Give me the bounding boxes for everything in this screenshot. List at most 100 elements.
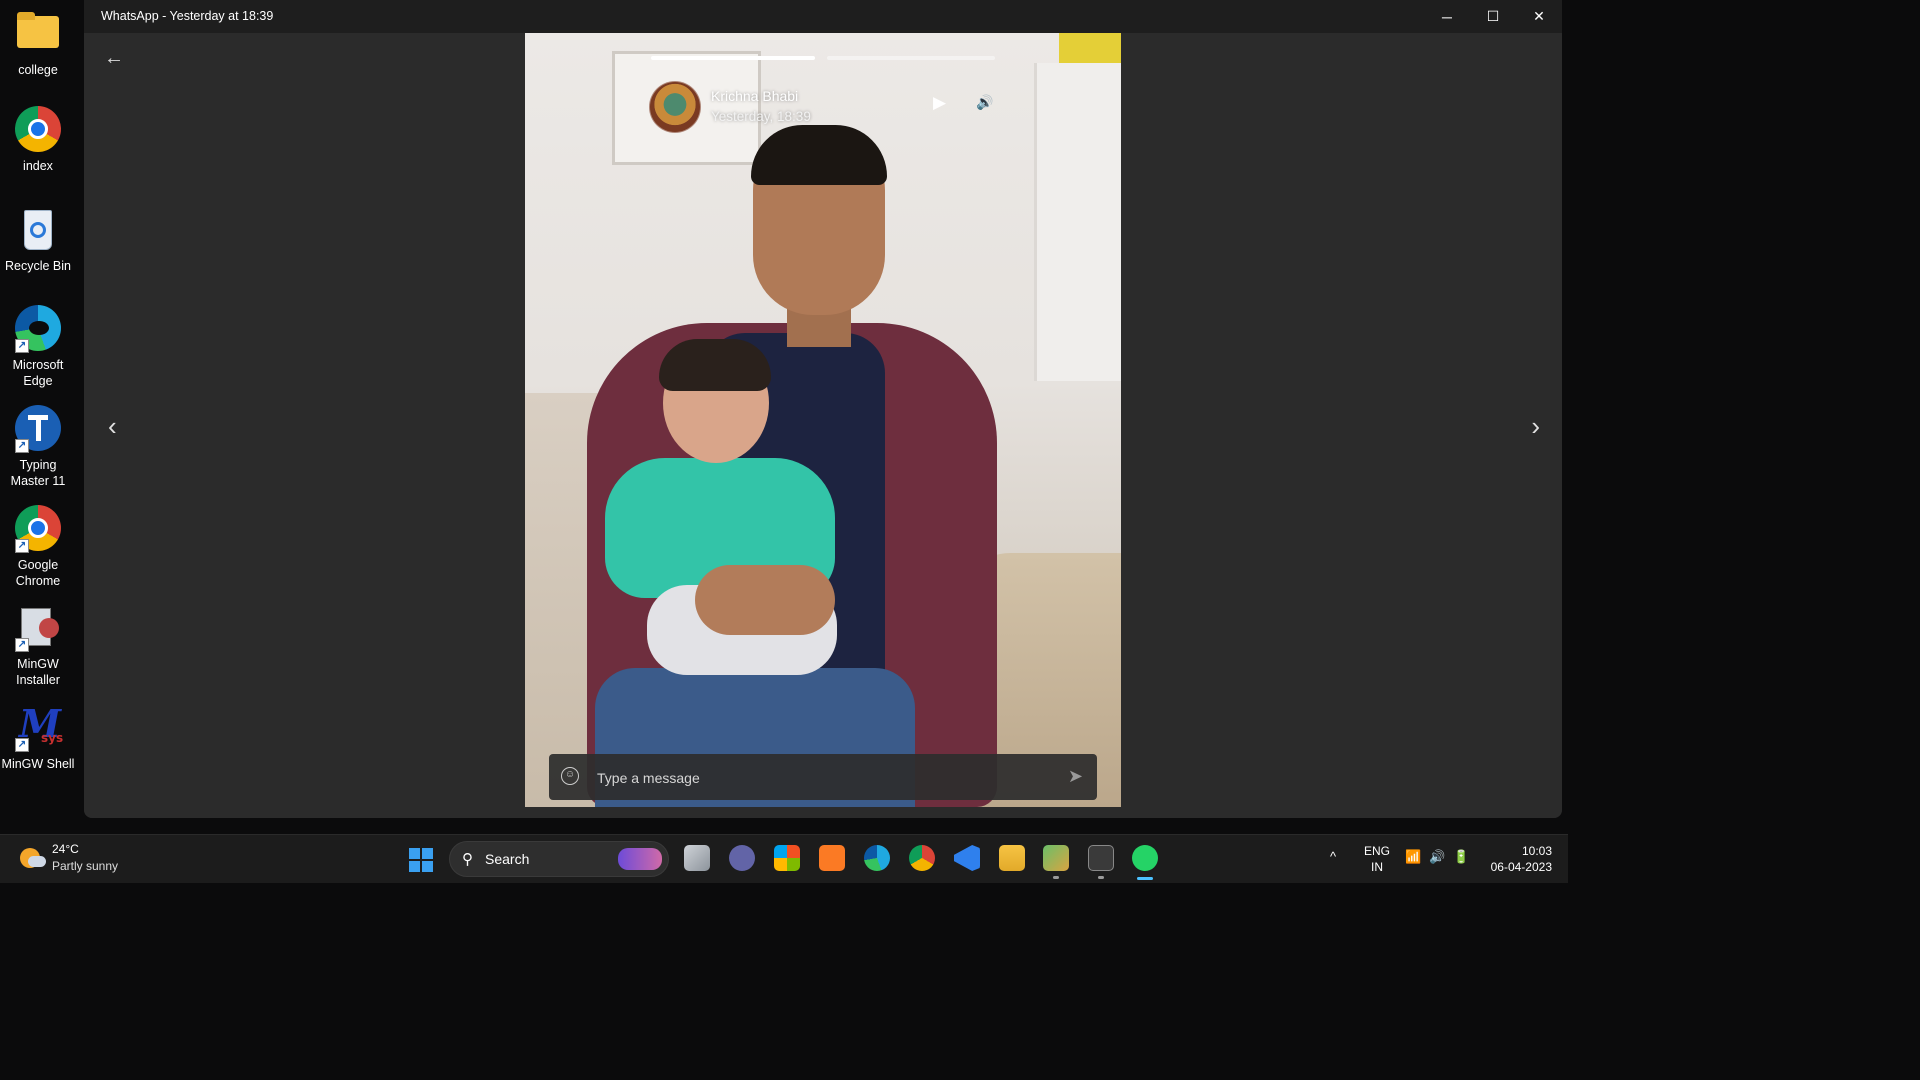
desktop-icon-label: college bbox=[18, 63, 58, 77]
whatsapp-icon[interactable] bbox=[1132, 845, 1158, 871]
edge-icon[interactable] bbox=[864, 845, 890, 871]
send-button[interactable]: ➤ bbox=[1068, 766, 1083, 787]
reply-input[interactable] bbox=[595, 762, 1039, 794]
chrome-icon[interactable] bbox=[909, 845, 935, 871]
whatsapp-window: WhatsApp - Yesterday at 18:39 ─ ☐ ✕ ← ‹ … bbox=[84, 0, 1562, 818]
weather-cloud-icon bbox=[28, 856, 46, 867]
previous-status-button[interactable]: ‹ bbox=[108, 411, 117, 442]
chrome-icon: ↗ bbox=[15, 505, 61, 553]
emoji-icon: ☺ bbox=[564, 769, 576, 780]
maximize-button[interactable]: ☐ bbox=[1470, 0, 1516, 33]
status-photo[interactable]: Krichna Bhabi Yesterday, 18:39 ▶ 🔊 ☺ ➤ bbox=[525, 33, 1121, 807]
play-button[interactable]: ▶ bbox=[933, 93, 946, 113]
xampp-icon[interactable] bbox=[819, 845, 845, 871]
taskbar: 24°C Partly sunny ⚲ Search ^ ENG IN 📶 🔊 🔋 … bbox=[0, 834, 1568, 883]
mute-button[interactable]: 🔊 bbox=[976, 94, 993, 111]
recycle-bin-icon bbox=[15, 206, 61, 252]
emoji-button[interactable]: ☺ bbox=[561, 767, 579, 785]
desktop-icon-mingw-installer[interactable]: ↗ MinGW Installer bbox=[0, 604, 76, 688]
desktop-icon-label: MinGW Shell bbox=[1, 757, 75, 771]
close-icon: ✕ bbox=[1533, 8, 1545, 24]
search-highlight-icon bbox=[618, 848, 662, 870]
system-tray[interactable]: 📶 🔊 🔋 bbox=[1405, 849, 1478, 865]
desktop-icon-typing-master[interactable]: ↗ Typing Master 11 bbox=[0, 405, 76, 489]
desktop-icon-google-chrome[interactable]: ↗ Google Chrome bbox=[0, 505, 76, 589]
language-indicator[interactable]: ENG IN bbox=[1364, 843, 1390, 875]
back-button[interactable]: ← bbox=[104, 47, 124, 70]
running-indicator bbox=[1098, 876, 1104, 879]
desktop-icon-label: Google Chrome bbox=[15, 558, 61, 588]
archive-icon[interactable] bbox=[1043, 845, 1069, 871]
wifi-icon: 📶 bbox=[1405, 849, 1422, 864]
avatar[interactable] bbox=[649, 81, 701, 133]
photo-background bbox=[1059, 33, 1121, 63]
title-bar[interactable]: WhatsApp - Yesterday at 18:39 ─ ☐ ✕ bbox=[84, 0, 1562, 33]
chevron-left-icon: ‹ bbox=[108, 411, 117, 441]
desktop-icon-label: index bbox=[23, 159, 53, 173]
desktop-icon-college[interactable]: college bbox=[0, 10, 76, 78]
mingw-installer-icon: ↗ bbox=[15, 604, 61, 652]
shortcut-arrow-icon: ↗ bbox=[15, 439, 29, 453]
volume-icon: 🔊 bbox=[976, 94, 994, 110]
chevron-up-icon: ^ bbox=[1330, 849, 1337, 864]
window-title: WhatsApp - Yesterday at 18:39 bbox=[101, 9, 274, 23]
desktop-icon-index[interactable]: index bbox=[0, 106, 76, 174]
edge-icon: ↗ bbox=[15, 305, 61, 353]
terminal-icon[interactable] bbox=[1088, 845, 1114, 871]
region-code: IN bbox=[1371, 860, 1383, 874]
running-indicator bbox=[1053, 876, 1059, 879]
search-label: Search bbox=[485, 851, 530, 867]
minimize-button[interactable]: ─ bbox=[1424, 0, 1470, 33]
search-icon: ⚲ bbox=[462, 851, 473, 868]
shortcut-arrow-icon: ↗ bbox=[15, 339, 29, 353]
active-indicator bbox=[1137, 877, 1153, 880]
teams-chat-icon[interactable] bbox=[729, 845, 755, 871]
status-viewer: ← ‹ › Krichna Bhabi Yesterday, 18:39 ▶ 🔊… bbox=[84, 33, 1562, 818]
shortcut-arrow-icon: ↗ bbox=[15, 638, 29, 652]
volume-icon: 🔊 bbox=[1429, 849, 1446, 864]
start-button[interactable] bbox=[409, 848, 433, 872]
typing-master-icon: ↗ bbox=[15, 405, 61, 453]
clock-date: 06-04-2023 bbox=[1490, 860, 1552, 874]
shortcut-arrow-icon: ↗ bbox=[15, 738, 29, 752]
desktop-icon-microsoft-edge[interactable]: ↗ Microsoft Edge bbox=[0, 305, 76, 389]
vscode-icon[interactable] bbox=[954, 845, 980, 871]
desktop-icon-mingw-shell[interactable]: M sys ↗ MinGW Shell bbox=[0, 704, 76, 772]
task-view-icon[interactable] bbox=[684, 845, 710, 871]
weather-temperature: 24°C bbox=[52, 842, 79, 856]
language-code: ENG bbox=[1364, 844, 1391, 858]
next-status-button[interactable]: › bbox=[1531, 411, 1540, 442]
desktop-icon-label: Recycle Bin bbox=[5, 259, 71, 273]
status-progress-segment bbox=[651, 56, 815, 60]
file-explorer-icon[interactable] bbox=[999, 845, 1025, 871]
taskbar-search[interactable]: ⚲ Search bbox=[449, 841, 669, 877]
photo-hands bbox=[695, 565, 835, 635]
maximize-icon: ☐ bbox=[1486, 8, 1500, 24]
arrow-left-icon: ← bbox=[104, 47, 124, 69]
play-icon: ▶ bbox=[933, 93, 947, 112]
minimize-icon: ─ bbox=[1442, 8, 1452, 25]
mingw-shell-icon: M sys ↗ bbox=[15, 704, 63, 752]
battery-icon: 🔋 bbox=[1453, 849, 1470, 864]
chrome-icon bbox=[15, 106, 61, 152]
status-contact-name: Krichna Bhabi bbox=[711, 88, 799, 104]
microsoft-store-icon[interactable] bbox=[774, 845, 800, 871]
folder-icon bbox=[15, 10, 61, 56]
windows-logo-icon bbox=[409, 848, 420, 859]
shortcut-arrow-icon: ↗ bbox=[15, 539, 29, 553]
chevron-right-icon: › bbox=[1531, 411, 1540, 441]
send-icon: ➤ bbox=[1067, 766, 1083, 786]
photo-baby-hair bbox=[659, 339, 771, 391]
desktop-icon-recycle-bin[interactable]: Recycle Bin bbox=[0, 206, 76, 274]
clock-time: 10:03 bbox=[1521, 844, 1552, 858]
status-progress-segment bbox=[827, 56, 995, 60]
clock[interactable]: 10:03 06-04-2023 bbox=[1491, 843, 1552, 875]
photo-person-hair bbox=[751, 125, 887, 185]
status-timestamp: Yesterday, 18:39 bbox=[711, 109, 811, 124]
desktop-icon-label: MinGW Installer bbox=[16, 657, 60, 687]
desktop-icon-label: Microsoft Edge bbox=[12, 358, 64, 388]
photo-door bbox=[1034, 63, 1121, 381]
show-hidden-icons-button[interactable]: ^ bbox=[1330, 849, 1336, 864]
desktop-icon-label: Typing Master 11 bbox=[10, 458, 66, 488]
close-button[interactable]: ✕ bbox=[1516, 0, 1562, 33]
